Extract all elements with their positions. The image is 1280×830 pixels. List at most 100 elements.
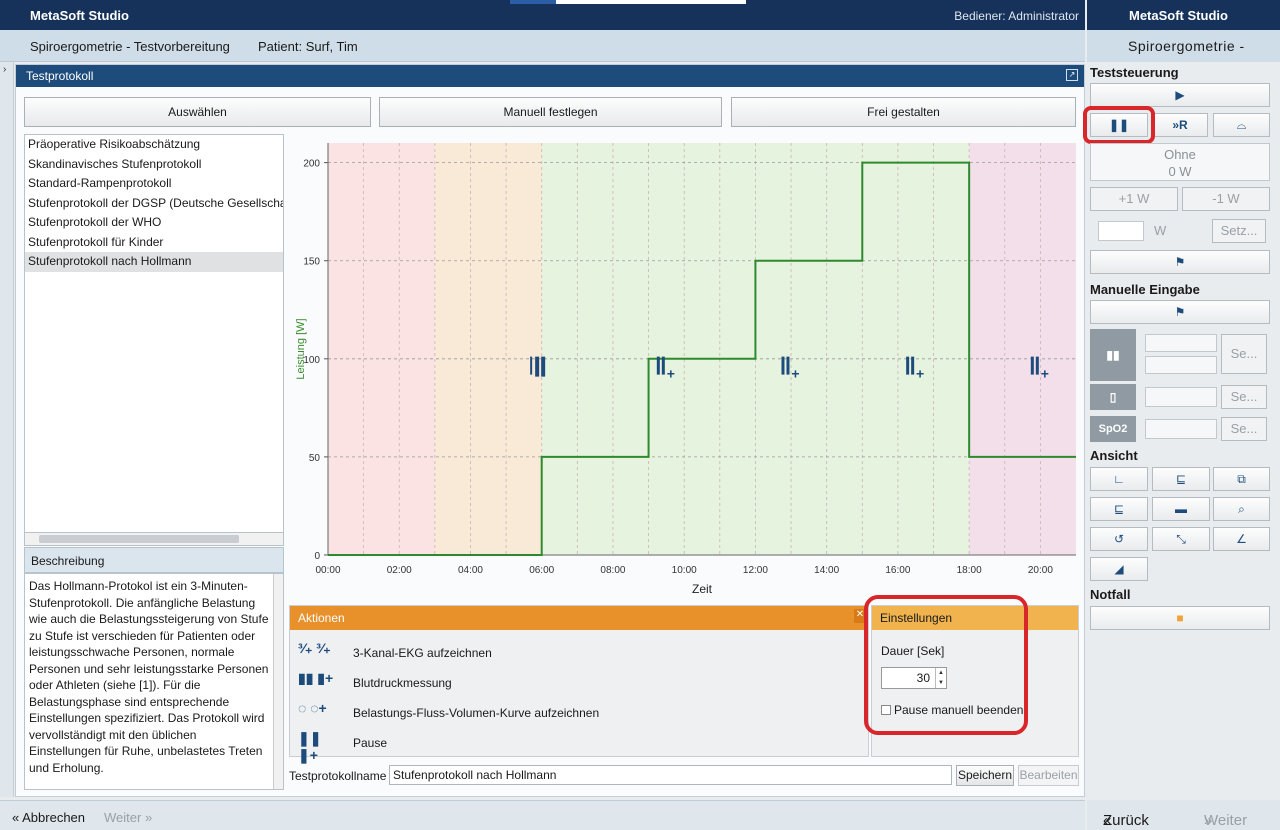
- ecg-icon: ³⁄₊ ³⁄₊: [298, 640, 331, 656]
- actions-title: Aktionen: [298, 611, 345, 625]
- blood-pressure-icon: ▮▮: [1090, 329, 1136, 381]
- x-tick-label: 06:00: [529, 565, 554, 576]
- pause-add-marker-bar: [906, 356, 910, 375]
- pause-add-marker-bar: [1030, 356, 1034, 375]
- spo2-icon: SpO2: [1090, 416, 1136, 442]
- manual-flag-button[interactable]: ⚑: [1090, 300, 1270, 324]
- y-tick-label: 150: [303, 257, 320, 268]
- view-scale-button[interactable]: ⤡: [1152, 527, 1210, 551]
- x-tick-label: 08:00: [600, 565, 625, 576]
- pause-highlight: [1083, 106, 1155, 144]
- flow-volume-icon: ◌ ◌+: [298, 700, 327, 716]
- description-heading: Beschreibung: [31, 554, 105, 568]
- angle-icon: ∠: [1236, 532, 1247, 546]
- systolic-input[interactable]: [1145, 334, 1217, 352]
- action-pause[interactable]: ❚❚ ❚+ Pause: [298, 728, 858, 763]
- load-mode: Ohne: [1164, 147, 1196, 162]
- action-label: Pause: [353, 736, 388, 750]
- list-item[interactable]: Stufenprotokoll der WHO: [25, 213, 283, 233]
- headset-button[interactable]: ⌓: [1213, 113, 1270, 137]
- edit-button[interactable]: Bearbeiten: [1018, 765, 1079, 786]
- list-item[interactable]: Stufenprotokoll für Kinder: [25, 233, 283, 253]
- collapse-sidebar-tab[interactable]: ›: [0, 62, 14, 797]
- save-button[interactable]: Speichern: [956, 765, 1014, 786]
- view-layout-button[interactable]: ⊑: [1152, 467, 1210, 491]
- set-lactate-button[interactable]: Se...: [1221, 385, 1267, 409]
- headset-icon: ⌓: [1236, 118, 1247, 132]
- scale-icon: ⤡: [1176, 532, 1186, 546]
- list-item[interactable]: Stufenprotokoll der DGSP (Deutsche Gesel…: [25, 194, 283, 214]
- pause-add-marker-plus: +: [916, 366, 924, 382]
- reset-view-icon: ↺: [1113, 532, 1125, 546]
- axes-icon: ∟: [1113, 472, 1125, 486]
- spo2-input[interactable]: [1145, 419, 1217, 439]
- protocol-list[interactable]: Präoperative Risikoabschätzung Skandinav…: [24, 134, 284, 546]
- view-split-button[interactable]: ⊑: [1090, 497, 1148, 521]
- protocol-name-input[interactable]: Stufenprotokoll nach Hollmann: [389, 765, 952, 785]
- layout-icon: ⊑: [1175, 472, 1187, 486]
- expand-icon[interactable]: ↗: [1066, 69, 1078, 81]
- x-tick-label: 12:00: [743, 565, 768, 576]
- load-display: Ohne 0 W: [1090, 143, 1270, 181]
- test-control-panel: Teststeuerung ▶ ❚❚ »R ⌓ Ohne 0 W +1 W -1…: [1083, 62, 1280, 800]
- pause-marker-bar: [535, 356, 540, 377]
- chart-icon: ▬: [1175, 502, 1187, 516]
- skip-to-recovery-button[interactable]: »R: [1152, 113, 1208, 137]
- view-axes-button[interactable]: ∟: [1090, 467, 1148, 491]
- pause-add-marker-plus: +: [791, 366, 799, 382]
- manual-mode-button[interactable]: Manuell festlegen: [379, 97, 722, 127]
- lactate-icon: ▯: [1090, 384, 1136, 410]
- y-tick-label: 200: [303, 159, 320, 170]
- action-blood-pressure[interactable]: ▮▮ ▮+ Blutdruckmessung: [298, 668, 858, 696]
- list-item-selected[interactable]: Stufenprotokoll nach Hollmann: [25, 252, 283, 272]
- view-fill-button[interactable]: ◢: [1090, 557, 1148, 581]
- list-item[interactable]: Standard-Rampenprotokoll: [25, 174, 283, 194]
- set-load-button[interactable]: Setz...: [1212, 219, 1266, 243]
- link-icon: ⧉: [1237, 472, 1246, 486]
- minus-1w-button[interactable]: -1 W: [1182, 187, 1270, 211]
- play-button[interactable]: ▶: [1090, 83, 1270, 107]
- view-link-button[interactable]: ⧉: [1213, 467, 1270, 491]
- view-angle-button[interactable]: ∠: [1213, 527, 1270, 551]
- emergency-stop-button[interactable]: ■: [1090, 606, 1270, 630]
- list-item[interactable]: Skandinavisches Stufenprotokoll: [25, 155, 283, 175]
- free-design-button[interactable]: Frei gestalten: [731, 97, 1076, 127]
- plus-1w-button[interactable]: +1 W: [1090, 187, 1178, 211]
- zoom-icon: ⌕: [1238, 502, 1245, 516]
- pause-add-marker-bar: [661, 356, 665, 375]
- control-title-bar: MetaSoft Studio: [1087, 0, 1280, 30]
- x-tick-label: 18:00: [957, 565, 982, 576]
- chevron-right-icon: ›: [3, 64, 7, 75]
- marker-button[interactable]: ⚑: [1090, 250, 1270, 274]
- diastolic-input[interactable]: [1145, 356, 1217, 374]
- tab-indicator-light: [556, 0, 746, 4]
- actions-panel: Aktionen ✕ ³⁄₊ ³⁄₊ 3-Kanal-EKG aufzeichn…: [289, 605, 869, 763]
- scroll-thumb[interactable]: [39, 535, 239, 543]
- patient-label: Patient: Surf, Tim: [258, 39, 358, 54]
- horizontal-scrollbar[interactable]: [24, 532, 284, 546]
- pause-add-marker-bar: [656, 356, 660, 375]
- protocol-name-label: Testprotokollname: [289, 769, 387, 783]
- next-button[interactable]: Weiter »: [104, 810, 152, 825]
- action-flow-volume[interactable]: ◌ ◌+ Belastungs-Fluss-Volumen-Kurve aufz…: [298, 698, 858, 726]
- zoom-button[interactable]: ⌕: [1213, 497, 1270, 521]
- vertical-scrollbar[interactable]: [273, 574, 283, 789]
- action-label: 3-Kanal-EKG aufzeichnen: [353, 646, 492, 660]
- select-mode-button[interactable]: Auswählen: [24, 97, 371, 127]
- list-item[interactable]: Präoperative Risikoabschätzung: [25, 135, 283, 155]
- control-footer: « Zurück Weiter »: [1087, 800, 1280, 830]
- workflow-title: Spiroergometrie - Testvorbereitung: [30, 39, 230, 54]
- panel-title: Testprotokoll: [26, 69, 94, 83]
- action-ecg[interactable]: ³⁄₊ ³⁄₊ 3-Kanal-EKG aufzeichnen: [298, 638, 858, 666]
- double-chevron-right-icon: »: [144, 810, 153, 825]
- watt-input[interactable]: [1098, 221, 1144, 241]
- pause-add-marker-bar: [781, 356, 785, 375]
- lactate-input[interactable]: [1145, 387, 1217, 407]
- set-spo2-button[interactable]: Se...: [1221, 417, 1267, 441]
- cancel-button[interactable]: « Abbrechen: [12, 810, 85, 825]
- set-bp-button[interactable]: Se...: [1221, 334, 1267, 374]
- view-reset-button[interactable]: ↺: [1090, 527, 1148, 551]
- control-app-title: MetaSoft Studio: [1129, 8, 1228, 23]
- view-chart-button[interactable]: ▬: [1152, 497, 1210, 521]
- x-tick-label: 04:00: [458, 565, 483, 576]
